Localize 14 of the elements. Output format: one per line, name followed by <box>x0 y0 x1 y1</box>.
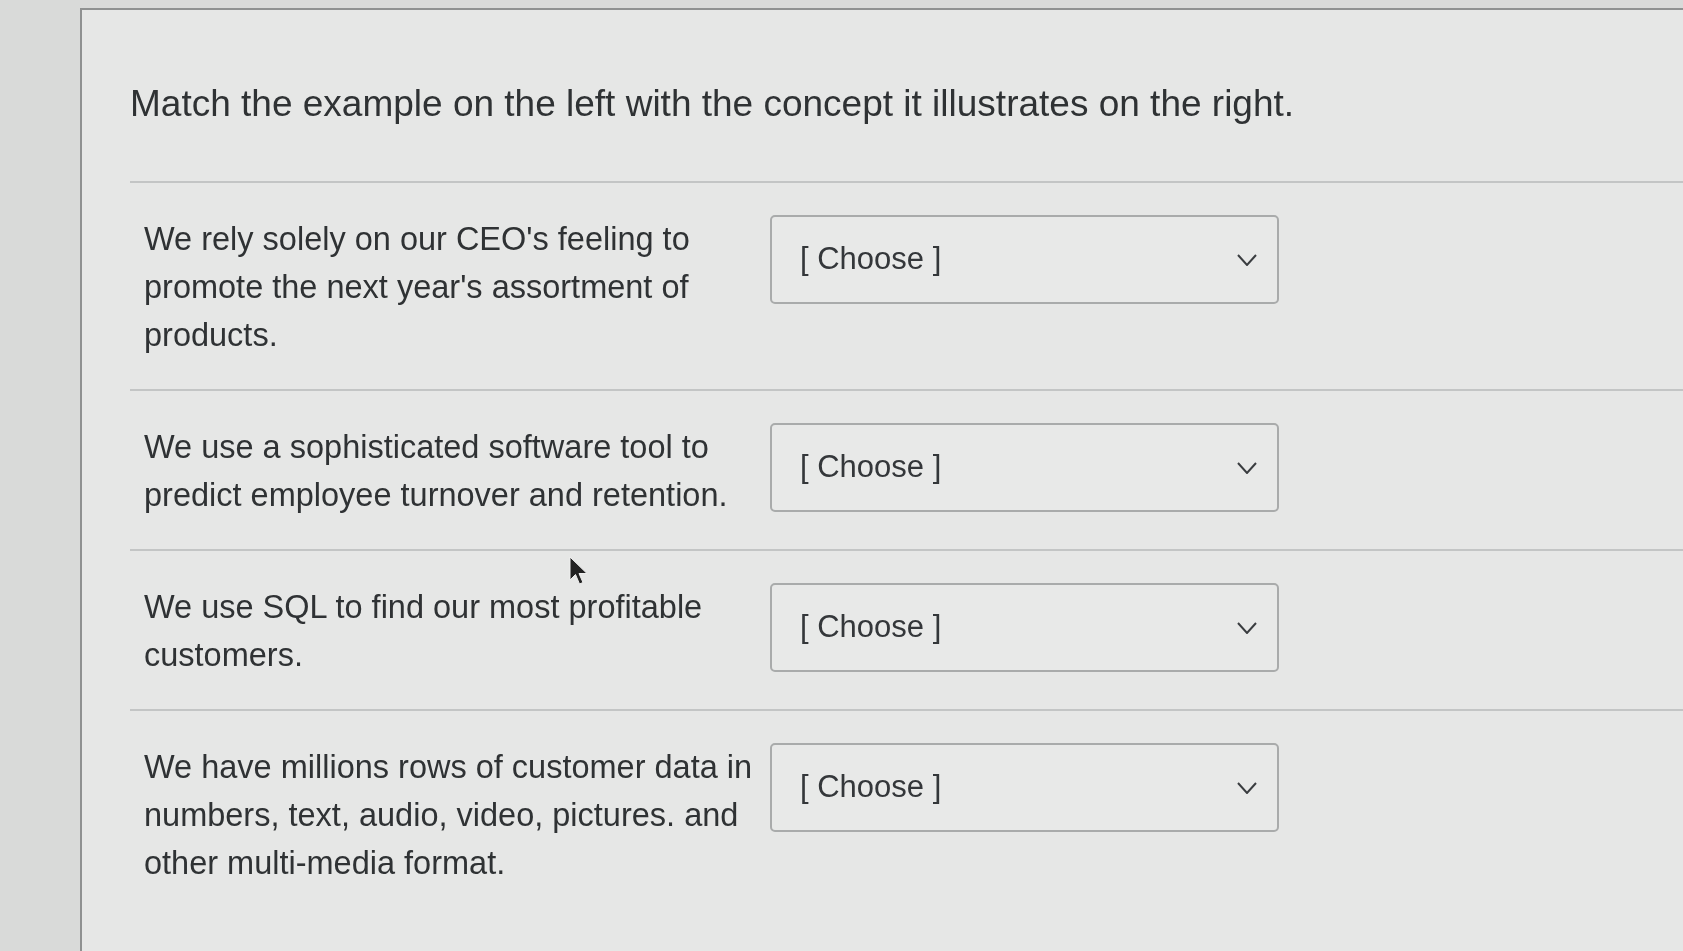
instruction-text: Match the example on the left with the concept it illustrates on the right. <box>130 82 1683 183</box>
example-text: We rely solely on our CEO's feeling to promote the next year's assortment of products. <box>144 220 691 355</box>
chevron-down-icon <box>1237 781 1257 794</box>
concept-dropdown[interactable]: [ Choose ] <box>770 215 1279 304</box>
chevron-down-icon <box>1237 461 1257 474</box>
concept-dropdown[interactable]: [ Choose ] <box>770 743 1279 832</box>
example-text: We use a sophisticated software tool to predict employee turnover and retention. <box>144 428 729 515</box>
concept-dropdown[interactable]: [ Choose ] <box>770 583 1279 672</box>
example-text: We have millions rows of customer data in numbers, text, audio, video, pictures. and other multi-media format. <box>144 748 754 883</box>
chevron-down-icon <box>1237 621 1257 634</box>
chevron-down-icon <box>1237 253 1257 266</box>
example-text: We use SQL to find our most profitable customers. <box>144 588 704 675</box>
mouse-pointer-icon <box>569 556 589 586</box>
concept-dropdown[interactable]: [ Choose ] <box>770 423 1279 512</box>
